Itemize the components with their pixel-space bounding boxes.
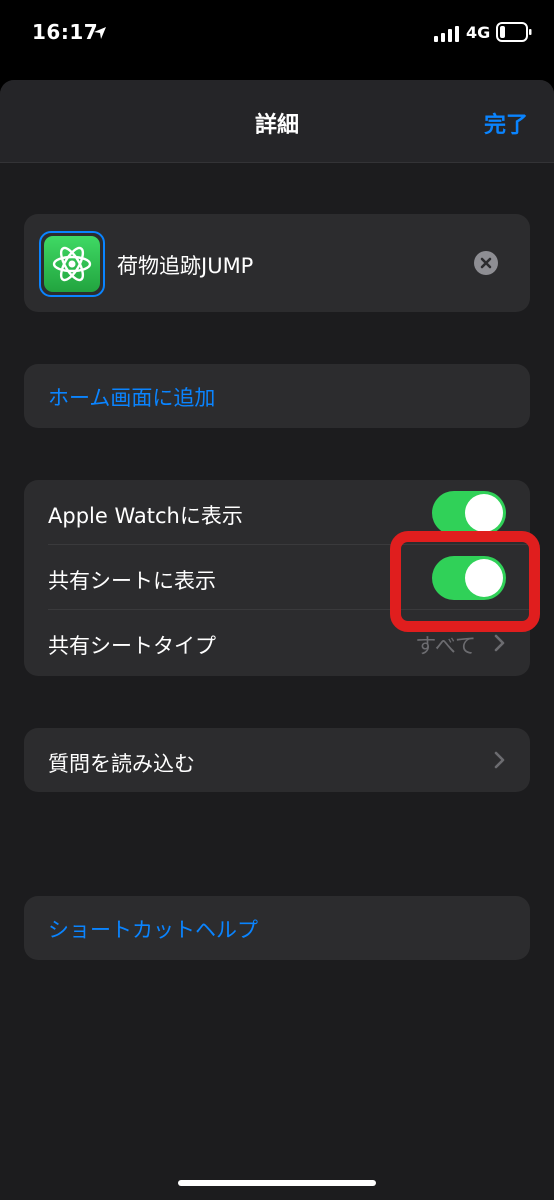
shortcuts-help-label: ショートカットヘルプ: [48, 918, 258, 942]
row-label: 共有シートタイプ: [48, 634, 216, 658]
close-icon: [480, 257, 492, 269]
details-sheet: 詳細 完了 荷物追跡JUMP ホーム画面に追加 Apple Watchに表示 共…: [0, 80, 554, 1200]
chevron-right-icon: [494, 634, 505, 652]
atom-icon: [52, 246, 92, 282]
add-to-home-screen-button[interactable]: ホーム画面に追加: [24, 364, 530, 428]
row-label: 質問を読み込む: [48, 752, 195, 776]
toggle-knob: [465, 494, 503, 532]
chevron-right-icon: [494, 751, 505, 769]
home-indicator[interactable]: [178, 1180, 376, 1186]
status-time: 16:17: [32, 20, 99, 44]
apple-watch-toggle[interactable]: [432, 491, 506, 535]
add-to-home-screen-label: ホーム画面に追加: [48, 386, 216, 410]
highlight-annotation: [390, 531, 540, 632]
share-sheet-types-value: すべて: [415, 634, 476, 658]
shortcuts-help-button[interactable]: ショートカットヘルプ: [24, 896, 530, 960]
location-arrow-icon: [94, 27, 106, 39]
status-bar: 16:17 4G: [0, 0, 554, 70]
battery-icon: [496, 22, 532, 42]
cellular-signal-icon: [434, 26, 459, 42]
row-label: 共有シートに表示: [48, 569, 216, 593]
shortcut-card: 荷物追跡JUMP: [24, 214, 530, 312]
nav-bar: 詳細 完了: [0, 80, 554, 163]
clear-name-button[interactable]: [474, 251, 498, 275]
import-questions-row[interactable]: 質問を読み込む: [24, 728, 530, 792]
done-button[interactable]: 完了: [484, 107, 528, 139]
shortcut-icon-button[interactable]: [39, 231, 105, 297]
row-label: Apple Watchに表示: [48, 504, 243, 528]
network-type: 4G: [466, 23, 491, 42]
shortcut-name-field[interactable]: 荷物追跡JUMP: [117, 250, 253, 280]
page-title: 詳細: [254, 113, 299, 138]
